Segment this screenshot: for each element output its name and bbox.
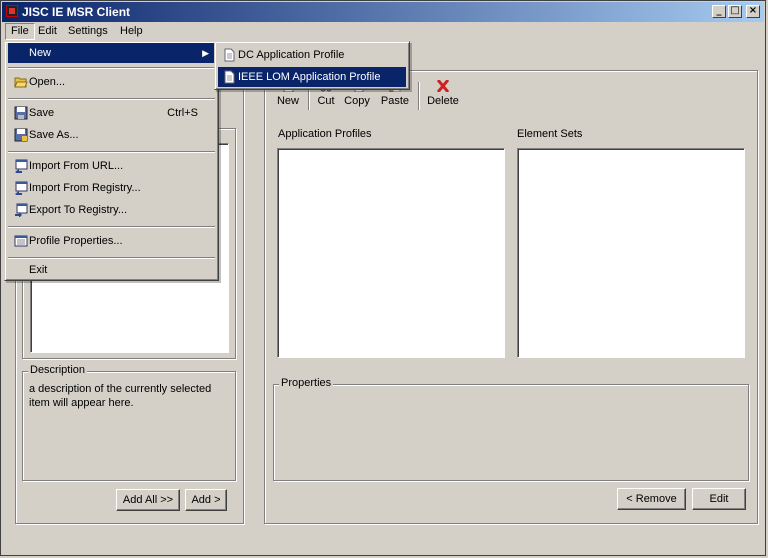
element-sets-list[interactable] xyxy=(517,148,745,358)
application-profiles-label: Application Profiles xyxy=(278,128,372,140)
menu-item-export-registry[interactable]: Export To Registry... xyxy=(8,200,215,220)
menu-item-profile-properties-label: Profile Properties... xyxy=(29,235,123,247)
menu-item-new[interactable]: New ▶ xyxy=(8,43,215,63)
edit-button[interactable]: Edit xyxy=(692,488,746,510)
element-sets-label: Element Sets xyxy=(517,128,583,140)
submenu-item-dc-label: DC Application Profile xyxy=(238,49,345,61)
menu-item-profile-properties[interactable]: Profile Properties... xyxy=(8,231,215,251)
toolbar-new-label: New xyxy=(276,95,299,107)
add-button[interactable]: Add > xyxy=(185,489,227,511)
import-url-icon xyxy=(15,159,28,173)
menu-item-import-registry[interactable]: Import From Registry... xyxy=(8,178,215,198)
menu-item-import-url[interactable]: Import From URL... xyxy=(8,156,215,176)
menu-item-new-label: New xyxy=(29,47,52,59)
minimize-button[interactable]: _ xyxy=(712,5,726,18)
menu-item-import-registry-label: Import From Registry... xyxy=(29,182,141,194)
toolbar-delete-label: Delete xyxy=(427,95,459,107)
app-logo-icon xyxy=(6,5,18,17)
menu-settings[interactable]: Settings xyxy=(63,23,113,40)
properties-label: Properties xyxy=(279,377,334,389)
floppy-disk-icon xyxy=(14,106,28,120)
export-registry-icon xyxy=(15,203,28,217)
import-registry-icon xyxy=(15,181,28,195)
toolbar-copy-label: Copy xyxy=(344,95,370,107)
menu-separator xyxy=(8,151,215,153)
toolbar-separator xyxy=(418,82,420,110)
submenu-item-ieee-profile[interactable]: IEEE LOM Application Profile xyxy=(218,67,406,87)
menu-item-import-url-label: Import From URL... xyxy=(29,160,124,172)
properties-group xyxy=(273,384,749,481)
red-x-icon xyxy=(436,80,450,92)
menu-separator xyxy=(8,98,215,100)
toolbar-cut-label: Cut xyxy=(317,95,335,107)
save-as-icon xyxy=(14,128,28,142)
maximize-button[interactable]: □ xyxy=(728,5,742,18)
description-label: Description xyxy=(28,364,88,376)
menu-file[interactable]: File xyxy=(5,23,35,40)
description-text: a description of the currently selected … xyxy=(29,383,212,409)
menu-item-save-as-label: Save As... xyxy=(29,129,79,141)
menu-item-save-label: Save xyxy=(29,107,55,119)
menu-help[interactable]: Help xyxy=(115,23,148,40)
menu-item-exit[interactable]: Exit xyxy=(8,260,215,280)
menu-separator xyxy=(8,257,215,259)
menu-separator xyxy=(8,226,215,228)
menu-bar: File Edit Settings Help xyxy=(2,22,764,41)
file-menu: New ▶ Open... Save Ctrl+S Save As... Imp… xyxy=(4,41,219,281)
menu-separator xyxy=(8,67,215,69)
save-shortcut: Ctrl+S xyxy=(167,107,198,119)
submenu-arrow-icon: ▶ xyxy=(202,48,209,58)
window-title: JISC IE MSR Client xyxy=(22,5,131,19)
new-submenu: DC Application Profile IEEE LOM Applicat… xyxy=(214,41,410,90)
menu-item-exit-label: Exit xyxy=(29,264,48,276)
menu-edit[interactable]: Edit xyxy=(33,23,62,40)
menu-item-save-as[interactable]: Save As... xyxy=(8,125,215,145)
submenu-item-dc-profile[interactable]: DC Application Profile xyxy=(218,45,406,65)
title-bar[interactable]: JISC IE MSR Client _ □ × xyxy=(2,2,764,22)
properties-icon xyxy=(14,235,28,247)
close-button[interactable]: × xyxy=(746,5,760,18)
menu-item-save[interactable]: Save Ctrl+S xyxy=(8,103,215,123)
submenu-item-ieee-label: IEEE LOM Application Profile xyxy=(238,71,381,83)
document-icon xyxy=(224,48,235,62)
toolbar-delete-button[interactable]: Delete xyxy=(425,80,461,107)
remove-button[interactable]: < Remove xyxy=(617,488,686,510)
application-profiles-list[interactable] xyxy=(277,148,505,358)
add-all-button[interactable]: Add All >> xyxy=(116,489,180,511)
menu-item-export-registry-label: Export To Registry... xyxy=(29,204,128,216)
toolbar-paste-label: Paste xyxy=(380,95,410,107)
document-icon xyxy=(224,70,235,84)
menu-item-open-label: Open... xyxy=(29,76,66,88)
folder-open-icon xyxy=(14,77,28,88)
menu-item-open[interactable]: Open... xyxy=(8,72,215,92)
